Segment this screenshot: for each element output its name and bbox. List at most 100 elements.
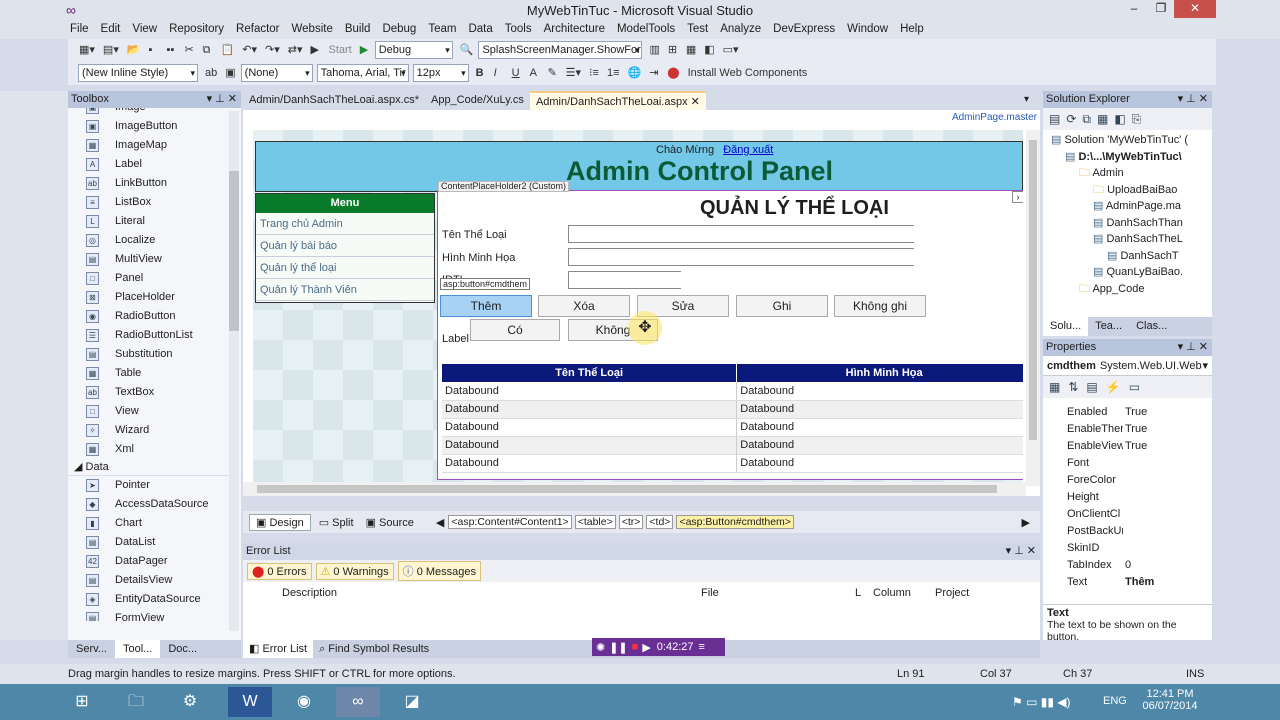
solution-tab[interactable]: Clas...: [1129, 317, 1174, 336]
install-web-components[interactable]: Install Web Components: [685, 64, 811, 82]
recorder-pause-icon[interactable]: ❚❚: [609, 641, 627, 654]
run-icon[interactable]: ▶: [357, 41, 373, 59]
forecolor-icon[interactable]: A: [527, 64, 543, 82]
menu-repository[interactable]: Repository: [163, 20, 230, 39]
col-description[interactable]: Description: [282, 587, 337, 599]
menu-refactor[interactable]: Refactor: [230, 20, 285, 39]
se-copy-web-icon[interactable]: ⎘: [1132, 112, 1142, 127]
categorized-icon[interactable]: ▦: [1049, 380, 1060, 394]
properties-close-icon[interactable]: ▾ ⊥ ✕: [1178, 339, 1208, 356]
numbering-icon[interactable]: 1≡: [604, 64, 623, 82]
solution-node[interactable]: ▤ DanhSachThan: [1043, 215, 1212, 232]
toolbox-item[interactable]: ➤ Pointer: [68, 476, 241, 495]
menu-website[interactable]: Website: [286, 20, 339, 39]
align-icon[interactable]: ☰▾: [563, 64, 584, 82]
navigate-icon[interactable]: ⇄▾: [285, 41, 306, 59]
document-tab[interactable]: Admin/DanhSachTheLoai.aspx.cs*: [243, 91, 425, 110]
windows-start-icon[interactable]: ⊞: [60, 687, 104, 717]
toolbar-icon-3[interactable]: ▦: [683, 41, 699, 59]
idtl-input[interactable]: [568, 271, 681, 289]
save-all-icon[interactable]: ▪▪: [164, 41, 180, 59]
word-icon[interactable]: W: [228, 687, 272, 717]
solution-node[interactable]: ▤ DanhSachTheL: [1043, 231, 1212, 248]
property-row[interactable]: SkinID: [1043, 540, 1212, 557]
split-view-button[interactable]: ▭ Split: [319, 516, 354, 529]
menu-edit[interactable]: Edit: [95, 20, 127, 39]
errors-filter-button[interactable]: ⬤ 0 Errors: [247, 562, 312, 580]
toolbox-item[interactable]: ◉ RadioButton: [68, 307, 241, 326]
configuration-dropdown[interactable]: Debug: [374, 41, 453, 59]
visual-studio-taskbar-icon[interactable]: ∞: [336, 687, 380, 717]
solution-node[interactable]: ▤ D:\...\MyWebTinTuc\: [1043, 149, 1212, 166]
design-vscrollbar[interactable]: [1026, 130, 1040, 486]
redo-icon[interactable]: ↷▾: [262, 41, 283, 59]
source-view-button[interactable]: ▣ Source: [366, 516, 414, 529]
toolbox-item[interactable]: ▤ DataList: [68, 533, 241, 552]
menu-debug[interactable]: Debug: [376, 20, 422, 39]
property-row[interactable]: TabIndex 0: [1043, 557, 1212, 574]
se-properties-icon[interactable]: ▤: [1049, 112, 1060, 126]
menu-build[interactable]: Build: [339, 20, 377, 39]
app-icon[interactable]: ◪: [390, 687, 434, 717]
toolbox-item[interactable]: ◆ AccessDataSource: [68, 495, 241, 514]
menu-analyze[interactable]: Analyze: [714, 20, 767, 39]
open-icon[interactable]: 📂: [124, 41, 144, 59]
language-indicator[interactable]: ENG: [1103, 695, 1127, 707]
close-button[interactable]: ✕: [1174, 0, 1216, 18]
col-project[interactable]: Project: [935, 587, 969, 599]
tag-crumb[interactable]: <td>: [646, 515, 674, 529]
property-row[interactable]: ForeColor: [1043, 472, 1212, 489]
toolbar-icon-5[interactable]: ▭▾: [720, 41, 742, 59]
se-refresh-icon[interactable]: ⟳: [1066, 112, 1076, 126]
toolbox-bottom-tab[interactable]: Serv...: [68, 640, 115, 658]
toolbox-scrollbar[interactable]: [229, 111, 239, 631]
menu-modeltools[interactable]: ModelTools: [611, 20, 681, 39]
properties-view-icon[interactable]: ▤: [1086, 380, 1097, 394]
hyperlink-icon[interactable]: 🌐: [625, 64, 645, 82]
toolbar-icon-4[interactable]: ◧: [701, 41, 717, 59]
events-icon[interactable]: ⚡: [1106, 380, 1121, 394]
new-project-icon[interactable]: ▦▾: [76, 41, 98, 59]
col-line[interactable]: L: [855, 587, 861, 599]
toolbox-item[interactable]: ▦ Xml: [68, 440, 241, 459]
co-button[interactable]: Có: [470, 319, 560, 341]
clock[interactable]: 12:41 PM 06/07/2014: [1140, 688, 1200, 712]
style-apply-icon[interactable]: ▣: [222, 64, 238, 82]
italic-button[interactable]: I: [491, 64, 507, 82]
property-row[interactable]: EnableTher True: [1043, 421, 1212, 438]
toolbox-item[interactable]: ▤ Substitution: [68, 345, 241, 364]
recorder-menu-icon[interactable]: ≡: [698, 641, 704, 653]
solution-tab[interactable]: Solu...: [1043, 317, 1089, 336]
installer-icon[interactable]: ⚙: [168, 687, 212, 717]
chrome-icon[interactable]: ◉: [282, 687, 326, 717]
property-row[interactable]: Enabled True: [1043, 404, 1212, 421]
toolbar-icon-2[interactable]: ⊞: [665, 41, 681, 59]
menu-team[interactable]: Team: [422, 20, 462, 39]
toolbox-bottom-tab[interactable]: Doc...: [160, 640, 205, 658]
action-button[interactable]: Xóa: [538, 295, 630, 317]
toolbox-item[interactable]: ✧ Wizard: [68, 421, 241, 440]
side-menu-item[interactable]: Quản lý bài báo: [256, 235, 434, 257]
bold-button[interactable]: B: [473, 64, 489, 82]
col-column[interactable]: Column: [873, 587, 911, 599]
bullets-icon[interactable]: ⁝≡: [586, 64, 602, 82]
design-hscrollbar[interactable]: [243, 482, 1026, 496]
paste-icon[interactable]: 📋: [218, 41, 238, 59]
toolbox-item[interactable]: ▤ FormView: [68, 609, 241, 621]
toolbox-item[interactable]: 42 DataPager: [68, 552, 241, 571]
action-button[interactable]: Thêm: [440, 295, 532, 317]
menu-tools[interactable]: Tools: [499, 20, 538, 39]
ten-the-loai-input[interactable]: [568, 225, 914, 243]
undo-icon[interactable]: ↶▾: [239, 41, 260, 59]
find-icon[interactable]: 🔍: [457, 41, 477, 59]
minimize-button[interactable]: –: [1120, 0, 1148, 18]
hinh-minh-hoa-input[interactable]: [568, 248, 914, 266]
side-menu-item[interactable]: Quản lý thể loại: [256, 257, 434, 279]
toolbox-item[interactable]: A Label: [68, 155, 241, 174]
file-explorer-icon[interactable]: 🗀: [114, 687, 158, 717]
property-row[interactable]: Height: [1043, 489, 1212, 506]
toolbox-item[interactable]: ◎ Localize: [68, 231, 241, 250]
save-icon[interactable]: ▪: [146, 41, 162, 59]
se-show-all-icon[interactable]: ⧉: [1082, 112, 1091, 127]
add-item-icon[interactable]: ▤▾: [100, 41, 122, 59]
